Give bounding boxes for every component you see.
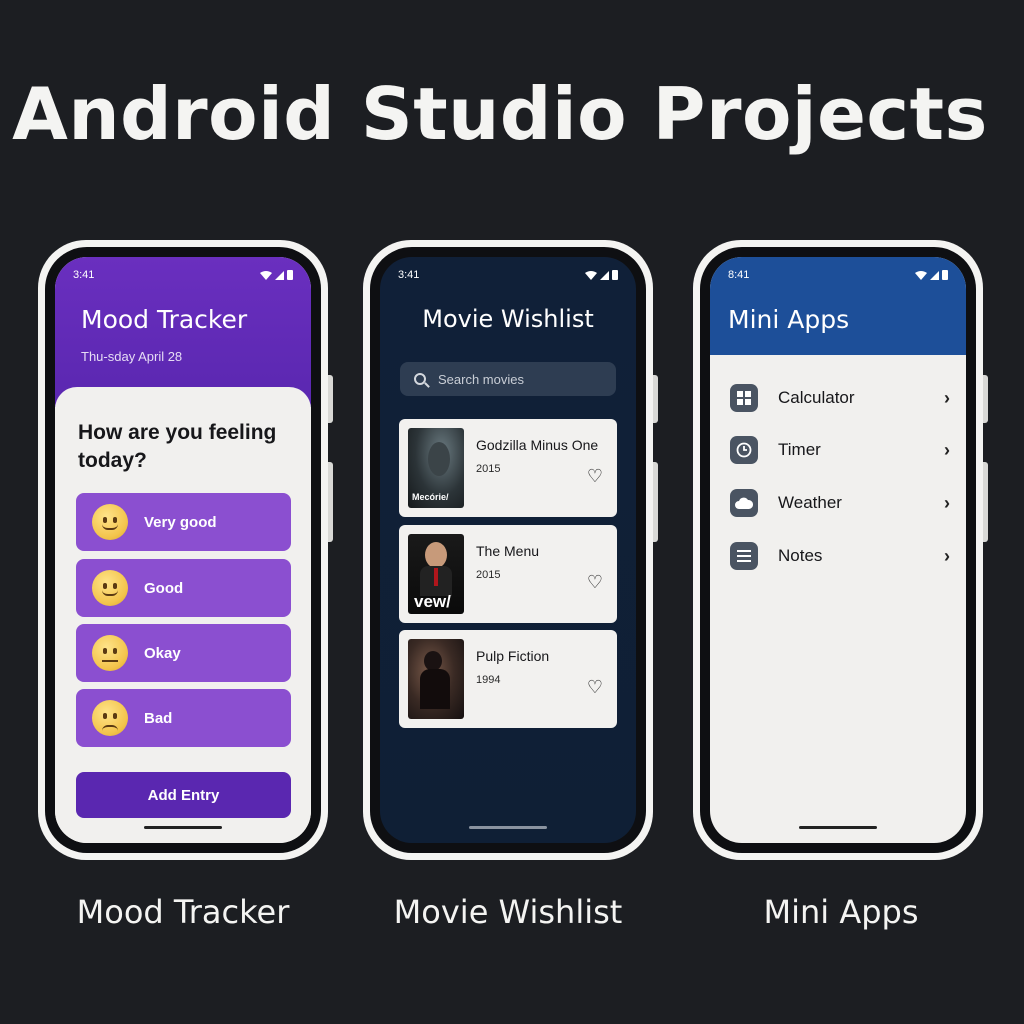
mood-date: Thu-sday April 28 xyxy=(81,349,183,364)
search-bar[interactable] xyxy=(400,362,616,396)
mini-item-calculator[interactable]: Calculator › xyxy=(730,383,950,413)
list-icon xyxy=(730,542,758,570)
battery-icon xyxy=(612,270,618,280)
status-icons xyxy=(260,270,293,280)
poster-figure xyxy=(425,542,447,568)
movie-wishlist-screen: 3:41 Movie Wishlist Mecórie/ Godzilla Mi… xyxy=(380,257,636,843)
signal-icon xyxy=(275,270,284,280)
status-bar: 3:41 xyxy=(398,267,618,283)
mood-option-label: Okay xyxy=(144,644,181,662)
heart-icon[interactable]: ♡ xyxy=(587,573,603,591)
status-bar: 3:41 xyxy=(73,267,293,283)
mini-item-weather[interactable]: Weather › xyxy=(730,488,950,518)
movie-name: The Menu xyxy=(476,543,540,559)
home-indicator[interactable] xyxy=(469,826,547,829)
status-icons xyxy=(915,270,948,280)
caption-mini-apps: Mini Apps xyxy=(763,893,919,931)
chevron-right-icon: › xyxy=(944,545,950,566)
smile-emoji-icon xyxy=(92,504,128,540)
sad-emoji-icon xyxy=(92,700,128,736)
movie-name: Godzilla Minus One xyxy=(476,437,599,453)
mini-item-label: Timer xyxy=(778,440,821,459)
mini-item-timer[interactable]: Timer › xyxy=(730,435,950,465)
signal-icon xyxy=(930,270,939,280)
mood-option-bad[interactable]: Bad xyxy=(76,689,291,747)
grid-icon xyxy=(730,384,758,412)
mini-apps-screen: 8:41 Mini Apps Calculator › Timer › Weat… xyxy=(710,257,966,843)
page-title: Android Studio Projects xyxy=(12,72,988,156)
status-time: 3:41 xyxy=(398,269,420,281)
phone-movie-wishlist: 3:41 Movie Wishlist Mecórie/ Godzilla Mi… xyxy=(363,240,658,860)
clock-icon xyxy=(730,436,758,464)
status-bar: 8:41 xyxy=(728,267,948,283)
poster-text: vew/ xyxy=(414,592,451,611)
movie-year: 1994 xyxy=(476,674,501,686)
status-time: 8:41 xyxy=(728,269,750,281)
mood-question: How are you feeling today? xyxy=(78,421,277,472)
phone-mood-tracker: 3:41 Mood Tracker Thu-sday April 28 How … xyxy=(38,240,333,860)
home-indicator[interactable] xyxy=(799,826,877,829)
cloud-icon xyxy=(730,489,758,517)
wifi-icon xyxy=(260,270,272,280)
status-time: 3:41 xyxy=(73,269,95,281)
chevron-right-icon: › xyxy=(944,387,950,408)
caption-mood-tracker: Mood Tracker xyxy=(76,893,290,931)
mood-title: Mood Tracker xyxy=(81,305,248,334)
movie-year: 2015 xyxy=(476,569,501,581)
mood-option-label: Bad xyxy=(144,709,173,727)
movie-poster: Mecórie/ xyxy=(408,428,464,508)
volume-button xyxy=(653,375,658,423)
poster-text: Mecórie/ xyxy=(412,492,449,502)
wifi-icon xyxy=(585,270,597,280)
mood-option-okay[interactable]: Okay xyxy=(76,624,291,682)
mood-option-label: Good xyxy=(144,579,184,597)
movie-card[interactable]: vew/ The Menu 2015 ♡ xyxy=(399,525,617,623)
battery-icon xyxy=(287,270,293,280)
smile-emoji-icon xyxy=(92,570,128,606)
movie-year: 2015 xyxy=(476,463,501,475)
heart-icon[interactable]: ♡ xyxy=(587,678,603,696)
battery-icon xyxy=(942,270,948,280)
chevron-right-icon: › xyxy=(944,439,950,460)
phone-mini-apps: 8:41 Mini Apps Calculator › Timer › Weat… xyxy=(693,240,988,860)
signal-icon xyxy=(600,270,609,280)
search-icon xyxy=(414,373,426,385)
mood-tracker-screen: 3:41 Mood Tracker Thu-sday April 28 How … xyxy=(55,257,311,843)
movie-title: Movie Wishlist xyxy=(422,305,594,333)
caption-movie-wishlist: Movie Wishlist xyxy=(393,893,623,931)
mood-option-label: Very good xyxy=(144,513,217,531)
movie-poster xyxy=(408,639,464,719)
status-icons xyxy=(585,270,618,280)
power-button xyxy=(328,462,333,542)
poster-figure xyxy=(424,651,442,671)
wifi-icon xyxy=(915,270,927,280)
poster-figure xyxy=(420,669,450,709)
power-button xyxy=(983,462,988,542)
neutral-emoji-icon xyxy=(92,635,128,671)
movie-name: Pulp Fiction xyxy=(476,648,550,664)
poster-tie xyxy=(434,568,438,586)
movie-card[interactable]: Mecórie/ Godzilla Minus One 2015 ♡ xyxy=(399,419,617,517)
heart-icon[interactable]: ♡ xyxy=(587,467,603,485)
poster-figure xyxy=(428,442,450,476)
volume-button xyxy=(328,375,333,423)
mini-item-label: Calculator xyxy=(778,388,855,407)
home-indicator[interactable] xyxy=(144,826,222,829)
mini-item-label: Weather xyxy=(778,493,842,512)
volume-button xyxy=(983,375,988,423)
power-button xyxy=(653,462,658,542)
mood-option-good[interactable]: Good xyxy=(76,559,291,617)
movie-poster: vew/ xyxy=(408,534,464,614)
mini-title: Mini Apps xyxy=(728,305,850,334)
search-input[interactable] xyxy=(438,371,608,387)
movie-card[interactable]: Pulp Fiction 1994 ♡ xyxy=(399,630,617,728)
mood-option-very-good[interactable]: Very good xyxy=(76,493,291,551)
add-entry-button[interactable]: Add Entry xyxy=(76,772,291,818)
chevron-right-icon: › xyxy=(944,492,950,513)
mini-item-notes[interactable]: Notes › xyxy=(730,541,950,571)
mini-item-label: Notes xyxy=(778,546,823,565)
mood-card: How are you feeling today? Very good Goo… xyxy=(55,387,311,843)
